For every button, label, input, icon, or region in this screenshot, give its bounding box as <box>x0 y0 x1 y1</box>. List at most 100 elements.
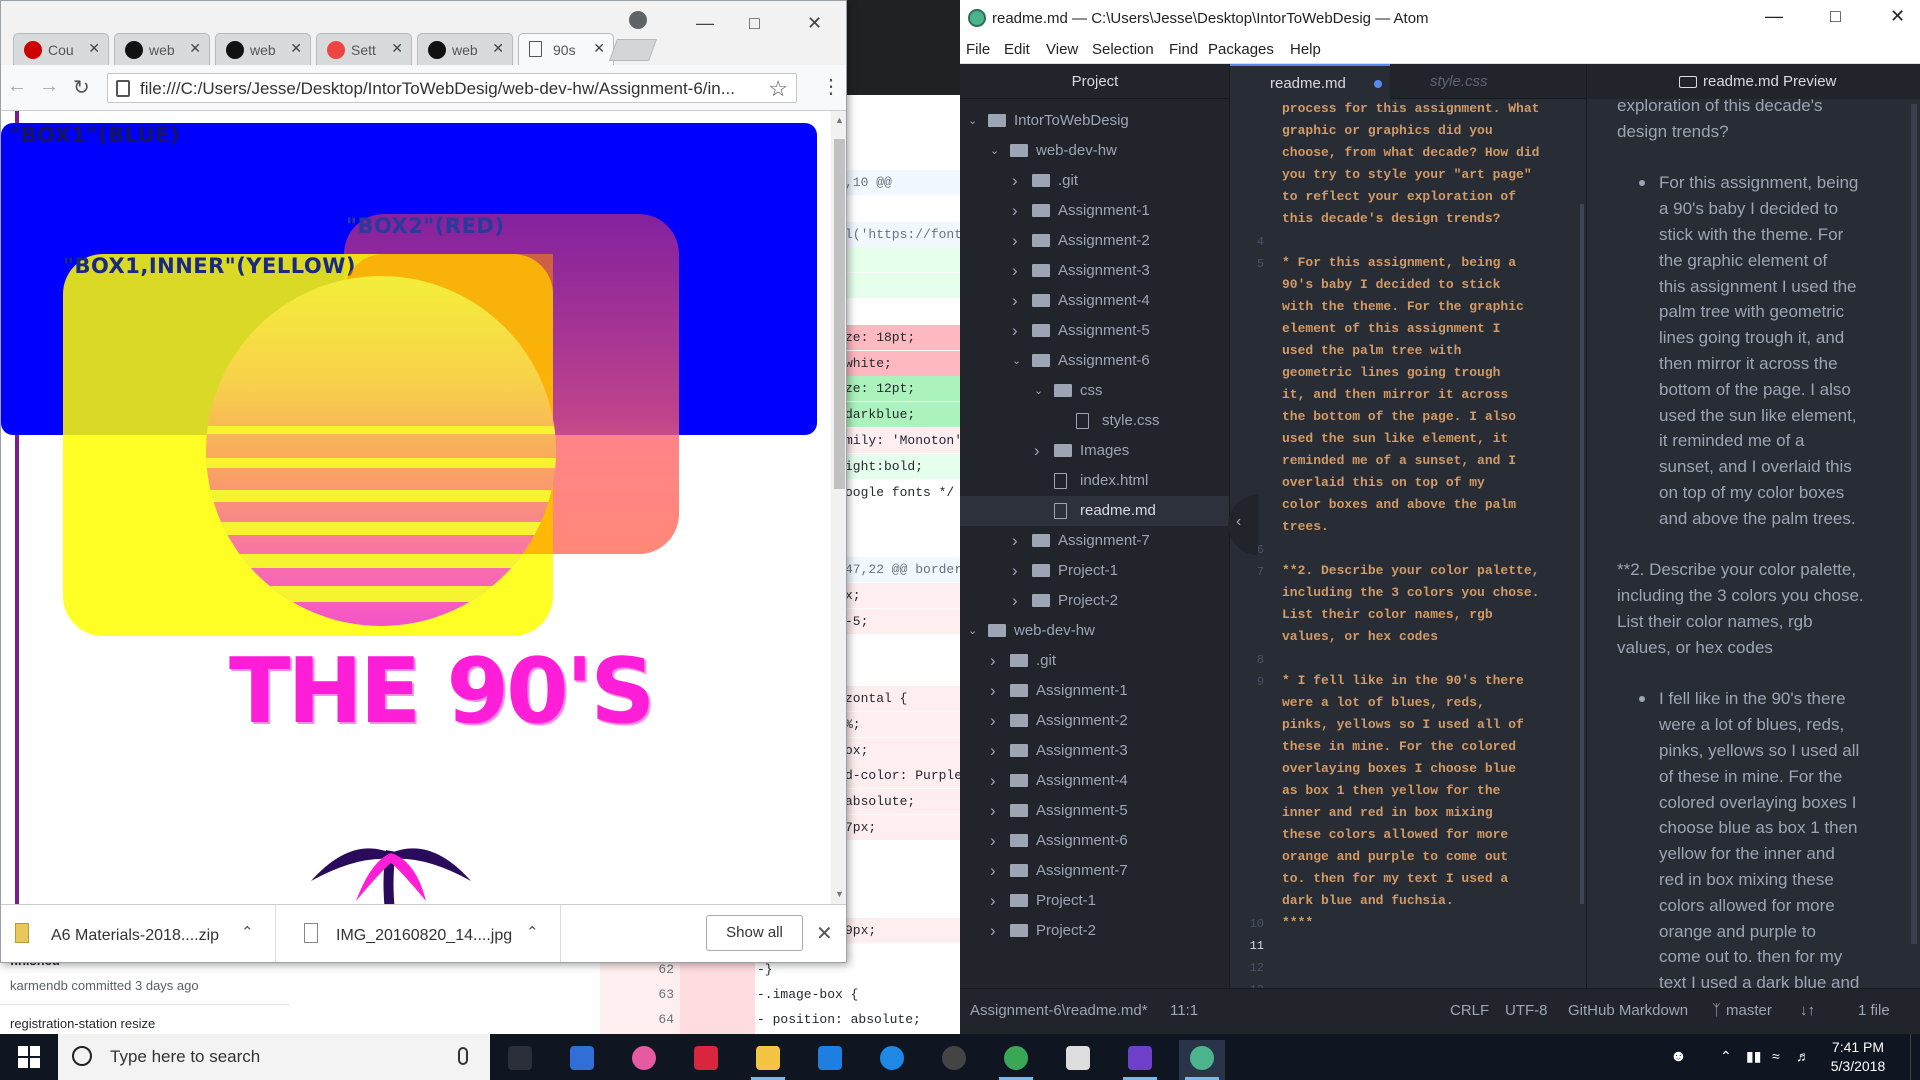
chrome-tab[interactable]: Sett ✕ <box>316 33 412 65</box>
taskbar-search[interactable]: Type here to search <box>58 1034 490 1080</box>
new-tab-button[interactable] <box>608 39 658 61</box>
chevron-up-icon[interactable]: ⌃ <box>526 923 539 941</box>
status-files[interactable]: 1 file <box>1858 1002 1890 1019</box>
chrome-tab[interactable]: web ✕ <box>114 33 210 65</box>
tree-item[interactable]: ⌄ Assignment-6 <box>960 346 1229 376</box>
show-all-button[interactable]: Show all <box>706 915 803 951</box>
tree-item[interactable]: › Project-1 <box>960 886 1229 916</box>
taskbar-app-itunes[interactable] <box>621 1040 667 1080</box>
tab-close-icon[interactable]: ✕ <box>189 40 201 57</box>
status-branch[interactable]: master <box>1726 1002 1772 1019</box>
profile-icon[interactable] <box>629 11 647 29</box>
chrome-tab[interactable]: web ✕ <box>215 33 311 65</box>
tree-item[interactable]: › Assignment-5 <box>960 796 1229 826</box>
forward-icon[interactable]: → <box>39 75 59 98</box>
tree-item[interactable]: › Project-2 <box>960 916 1229 946</box>
chrome-tab[interactable]: Cou ✕ <box>13 33 109 65</box>
bookmark-star-icon[interactable]: ☆ <box>768 76 788 102</box>
tree-item[interactable]: ⌄ IntorToWebDesig <box>960 106 1229 136</box>
volume-icon[interactable]: ♬ <box>1796 1048 1810 1064</box>
tree-item[interactable]: › Assignment-7 <box>960 856 1229 886</box>
tree-item[interactable]: ⌄ web-dev-hw <box>960 616 1229 646</box>
people-icon[interactable]: ☻ <box>1670 1048 1687 1066</box>
tree-item[interactable]: › Assignment-4 <box>960 766 1229 796</box>
tree-item[interactable]: › Assignment-6 <box>960 826 1229 856</box>
menu-help[interactable]: Help <box>1290 41 1321 58</box>
tab-close-icon[interactable]: ✕ <box>593 40 605 57</box>
battery-icon[interactable]: ▮▮ <box>1746 1048 1761 1065</box>
status-encoding[interactable]: UTF-8 <box>1505 1002 1548 1019</box>
back-icon[interactable]: ← <box>7 75 27 98</box>
tab-close-icon[interactable]: ✕ <box>88 40 100 57</box>
show-desktop-button[interactable] <box>1910 1034 1916 1080</box>
tree-item[interactable]: › Project-1 <box>960 556 1229 586</box>
microphone-icon[interactable] <box>458 1047 468 1065</box>
menu-packages[interactable]: Packages <box>1208 41 1274 58</box>
next-commit-title[interactable]: registration-station resize <box>10 1016 155 1031</box>
tab-close-icon[interactable]: ✕ <box>290 40 302 57</box>
menu-view[interactable]: View <box>1046 41 1078 58</box>
tree-item[interactable]: › Assignment-1 <box>960 196 1229 226</box>
menu-edit[interactable]: Edit <box>1004 41 1030 58</box>
download-item[interactable]: IMG_20160820_14....jpg ⌃ <box>286 905 561 962</box>
menu-file[interactable]: File <box>966 41 990 58</box>
tree-item[interactable]: ⌄ web-dev-hw <box>960 136 1229 166</box>
chrome-tab[interactable]: web ✕ <box>417 33 513 65</box>
tree-item[interactable]: › Images <box>960 436 1229 466</box>
tree-item[interactable]: ⌄ css <box>960 376 1229 406</box>
wifi-icon[interactable]: ≈ <box>1772 1048 1780 1064</box>
close-icon[interactable]: ✕ <box>807 13 822 34</box>
download-item[interactable]: A6 Materials-2018....zip ⌃ <box>1 905 276 962</box>
chrome-tab[interactable]: 90s ✕ <box>518 33 614 66</box>
tree-item[interactable]: › .git <box>960 646 1229 676</box>
status-grammar[interactable]: GitHub Markdown <box>1568 1002 1688 1019</box>
tree-item[interactable]: › Assignment-3 <box>960 736 1229 766</box>
taskbar-app-edge[interactable] <box>869 1040 915 1080</box>
tab-close-icon[interactable]: ✕ <box>391 40 403 57</box>
taskbar-app-mail[interactable] <box>1055 1040 1101 1080</box>
tab-readme[interactable]: readme.md <box>1230 64 1390 99</box>
tree-item[interactable]: › Assignment-7 <box>960 526 1229 556</box>
tree-item[interactable]: index.html <box>960 466 1229 496</box>
minimize-icon[interactable]: — <box>1765 6 1783 27</box>
tab-close-icon[interactable]: ✕ <box>492 40 504 57</box>
tree-item[interactable]: › Assignment-3 <box>960 256 1229 286</box>
maximize-icon[interactable]: □ <box>1830 6 1841 27</box>
taskbar-clock[interactable]: 7:41 PM 5/3/2018 <box>1818 1038 1898 1076</box>
taskbar-app-malwarebytes[interactable] <box>807 1040 853 1080</box>
close-download-bar-icon[interactable]: ✕ <box>816 921 833 946</box>
taskbar-app-file-explorer[interactable] <box>745 1040 791 1080</box>
scrollbar-thumb[interactable] <box>834 139 845 489</box>
address-bar[interactable]: file:///C:/Users/Jesse/Desktop/IntorToWe… <box>107 73 797 103</box>
tab-style-css[interactable]: style.css <box>1430 64 1570 99</box>
taskbar-app-creative-cloud[interactable] <box>683 1040 729 1080</box>
tree-item[interactable]: › Project-2 <box>960 586 1229 616</box>
preview-scrollbar[interactable] <box>1911 104 1917 944</box>
reload-icon[interactable]: ↻ <box>73 75 90 100</box>
scroll-down-icon[interactable]: ▼ <box>835 889 844 899</box>
taskbar-app-atom[interactable] <box>1179 1040 1225 1080</box>
git-fetch-icon[interactable]: ↓↑ <box>1800 1002 1815 1019</box>
chrome-menu-icon[interactable]: ⋮ <box>821 74 841 99</box>
taskbar-app-media[interactable] <box>931 1040 977 1080</box>
editor-scrollbar[interactable] <box>1580 204 1584 904</box>
maximize-icon[interactable]: □ <box>749 13 760 34</box>
taskbar-app-store[interactable] <box>559 1040 605 1080</box>
tree-item[interactable]: › Assignment-5 <box>960 316 1229 346</box>
tree-item[interactable]: › Assignment-2 <box>960 706 1229 736</box>
chevron-up-icon[interactable]: ⌃ <box>241 923 254 941</box>
status-file-path[interactable]: Assignment-6\readme.md* <box>970 1002 1148 1019</box>
taskbar-app-github-desktop[interactable] <box>1117 1040 1163 1080</box>
windows-start-icon[interactable] <box>18 1046 40 1068</box>
tray-chevron-up-icon[interactable]: ⌃ <box>1720 1048 1732 1065</box>
close-icon[interactable]: ✕ <box>1890 6 1905 27</box>
page-scrollbar[interactable]: ▲ ▼ <box>831 111 846 904</box>
minimize-icon[interactable]: — <box>696 13 714 34</box>
taskbar-app-chrome[interactable] <box>993 1040 1039 1080</box>
tree-item[interactable]: › Assignment-4 <box>960 286 1229 316</box>
tree-item[interactable]: readme.md <box>960 496 1229 526</box>
tree-item[interactable]: style.css <box>960 406 1229 436</box>
menu-find[interactable]: Find <box>1169 41 1198 58</box>
tree-item[interactable]: › Assignment-2 <box>960 226 1229 256</box>
status-cursor-position[interactable]: 11:1 <box>1170 1002 1198 1019</box>
